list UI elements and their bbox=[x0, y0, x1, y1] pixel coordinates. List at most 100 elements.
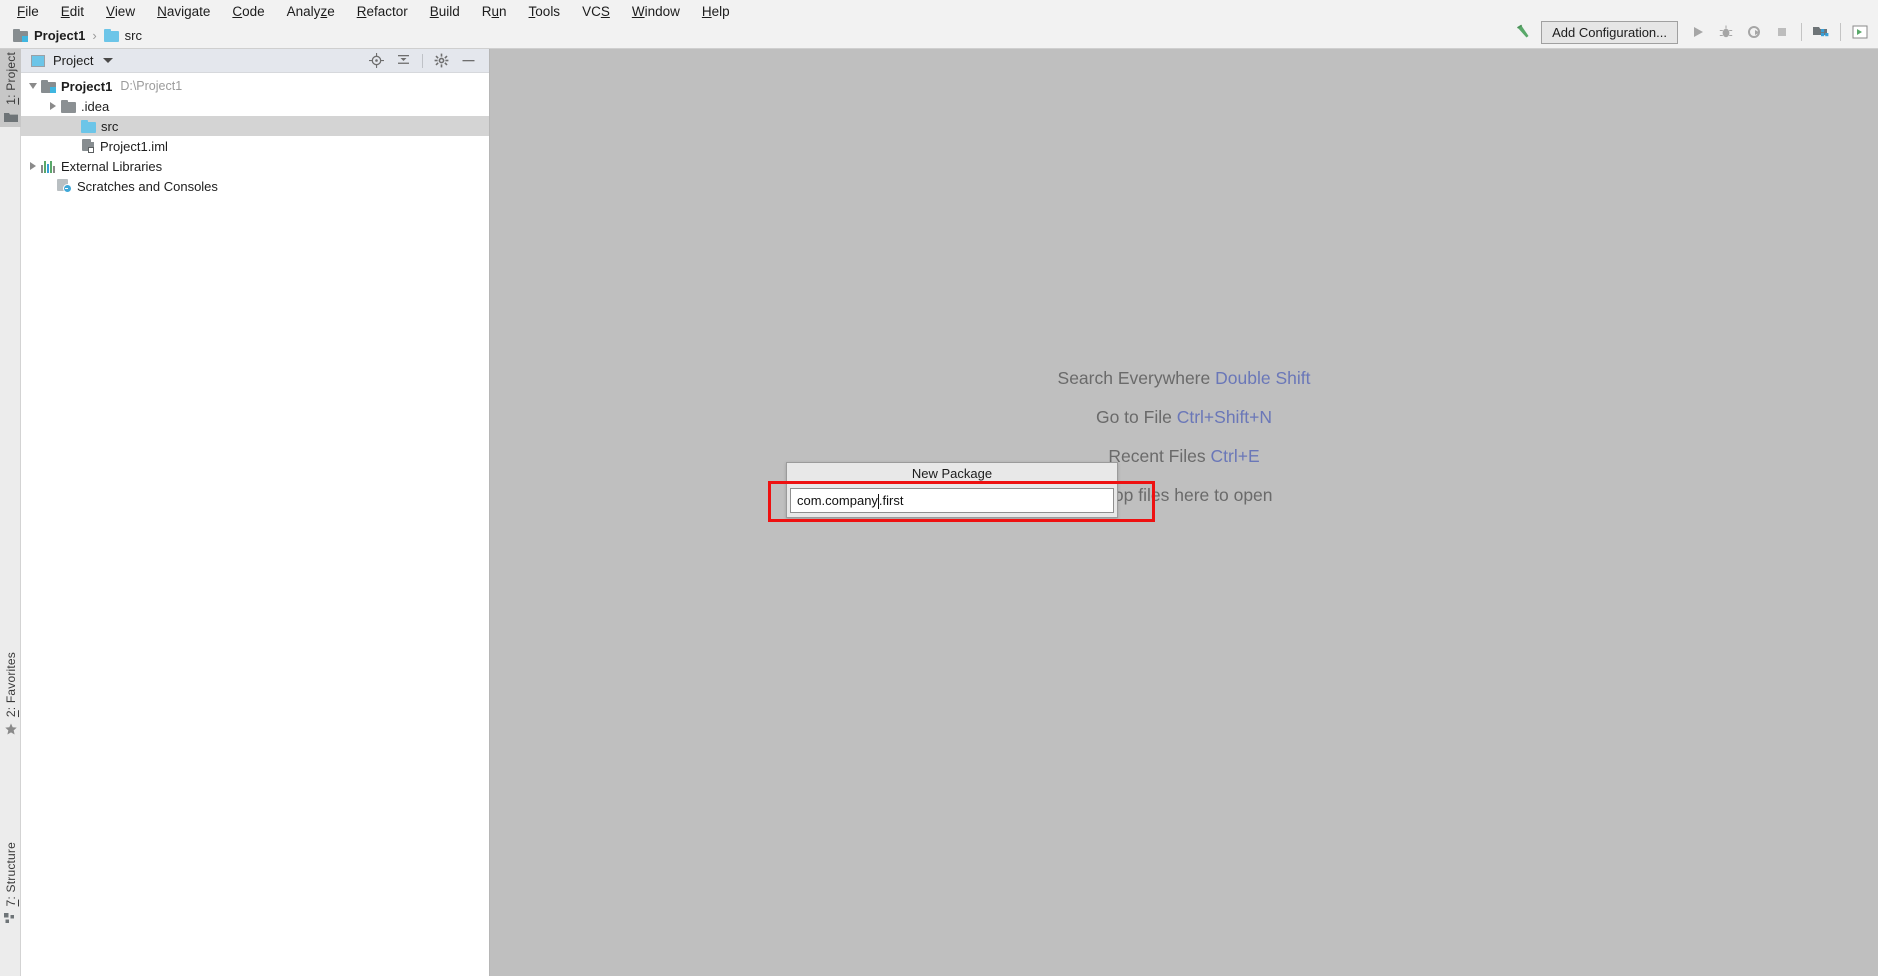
tree-row-project1[interactable]: Project1 D:\Project1 bbox=[21, 76, 489, 96]
project-structure-button[interactable] bbox=[1807, 19, 1835, 45]
twisty-collapsed-icon[interactable] bbox=[45, 102, 61, 110]
hint-action-label: Go to File bbox=[1095, 407, 1172, 427]
editor-empty-area[interactable]: Search Everywhere Double Shift Go to Fil… bbox=[490, 49, 1878, 976]
tree-row-project1-iml[interactable]: Project1.iml bbox=[21, 136, 489, 156]
menu-item-build[interactable]: Build bbox=[419, 3, 471, 20]
debug-icon bbox=[1719, 25, 1733, 38]
sidebar-item-structure[interactable]: 7: Structure bbox=[0, 839, 21, 928]
editor-hints: Search Everywhere Double Shift Go to Fil… bbox=[490, 359, 1878, 515]
hint-shortcut-label: Ctrl+Shift+N bbox=[1176, 407, 1273, 427]
star-icon bbox=[4, 723, 17, 735]
breadcrumb-item-src[interactable]: src bbox=[101, 28, 145, 43]
run-config-label: Add Configuration... bbox=[1552, 24, 1667, 40]
panel-toolbar-divider bbox=[422, 53, 423, 68]
add-configuration-button[interactable]: Add Configuration... bbox=[1541, 20, 1678, 44]
hint-search-everywhere: Search Everywhere Double Shift bbox=[1058, 359, 1311, 398]
run-with-coverage-button[interactable] bbox=[1740, 19, 1768, 45]
stripe-label-project: 1: Project bbox=[3, 52, 18, 105]
left-tool-stripe: 1: Project 2: Favorites 7: Structure bbox=[0, 49, 21, 976]
project-tree: Project1 D:\Project1 .idea src Project1.… bbox=[21, 73, 489, 196]
tree-row-idea[interactable]: .idea bbox=[21, 96, 489, 116]
menu-item-tools[interactable]: Tools bbox=[518, 3, 572, 20]
hint-go-to-file: Go to File Ctrl+Shift+N bbox=[1096, 398, 1272, 437]
search-everywhere-icon bbox=[1852, 25, 1868, 39]
libraries-icon bbox=[41, 160, 56, 173]
tree-label: .idea bbox=[81, 98, 110, 114]
debug-button[interactable] bbox=[1712, 19, 1740, 45]
gear-icon[interactable] bbox=[433, 52, 450, 69]
hint-action-label: Drop files here to open bbox=[1095, 485, 1273, 505]
twisty-collapsed-icon[interactable] bbox=[25, 162, 41, 170]
run-icon bbox=[1694, 27, 1703, 37]
breadcrumb-item-project[interactable]: Project1 bbox=[10, 28, 88, 43]
menu-item-vcs[interactable]: VCS bbox=[571, 3, 621, 20]
menu-item-analyze[interactable]: Analyze bbox=[276, 3, 346, 20]
folder-icon bbox=[81, 119, 96, 133]
chevron-down-icon[interactable] bbox=[103, 58, 114, 63]
menu-item-window[interactable]: Window bbox=[621, 3, 691, 20]
run-button[interactable] bbox=[1684, 19, 1712, 45]
hint-shortcut-label: Ctrl+E bbox=[1210, 446, 1260, 466]
menu-item-refactor[interactable]: Refactor bbox=[346, 3, 419, 20]
main-toolbar: Add Configuration... bbox=[1509, 16, 1878, 48]
hint-action-label: Recent Files bbox=[1108, 446, 1206, 466]
tree-row-scratches[interactable]: Scratches and Consoles bbox=[21, 176, 489, 196]
build-button[interactable] bbox=[1509, 19, 1537, 45]
collapse-all-icon[interactable] bbox=[395, 52, 412, 69]
hint-drop-files: Drop files here to open bbox=[1095, 476, 1272, 515]
minimize-icon[interactable] bbox=[460, 52, 477, 69]
twisty-expanded-icon[interactable] bbox=[25, 83, 41, 89]
tree-row-src[interactable]: src bbox=[21, 116, 489, 136]
package-name-value-before-caret: com.company bbox=[797, 493, 878, 508]
menu-item-file[interactable]: File bbox=[6, 3, 50, 20]
project-panel-header: Project bbox=[21, 49, 489, 73]
project-tool-window: Project Project1 D:\Project1 .idea src P… bbox=[21, 49, 490, 976]
breadcrumb-folder-label: src bbox=[124, 28, 142, 43]
project-structure-icon bbox=[1813, 27, 1829, 37]
module-icon bbox=[13, 29, 28, 42]
folder-icon bbox=[103, 29, 119, 42]
menu-item-code[interactable]: Code bbox=[221, 3, 275, 20]
stop-icon bbox=[1778, 28, 1786, 36]
folder-grey-icon bbox=[61, 99, 76, 113]
run-with-coverage-icon bbox=[1748, 26, 1760, 38]
menu-item-navigate[interactable]: Navigate bbox=[146, 3, 221, 20]
sidebar-item-project[interactable]: 1: Project bbox=[0, 49, 21, 127]
tree-label: Scratches and Consoles bbox=[77, 178, 218, 194]
project-view-icon bbox=[31, 54, 45, 67]
menu-item-view[interactable]: View bbox=[95, 3, 146, 20]
stripe-label-structure: 7: Structure bbox=[3, 842, 18, 907]
menu-item-help[interactable]: Help bbox=[691, 3, 741, 20]
tree-label: src bbox=[101, 118, 119, 134]
hint-action-label: Search Everywhere bbox=[1057, 368, 1211, 388]
new-package-dialog: New Package com.company .first bbox=[786, 462, 1118, 518]
tree-label: Project1.iml bbox=[100, 138, 168, 154]
hint-recent-files: Recent Files Ctrl+E bbox=[1108, 437, 1259, 476]
scratches-icon bbox=[57, 179, 72, 193]
iml-file-icon bbox=[81, 139, 95, 153]
toolbar-divider-2 bbox=[1840, 23, 1841, 41]
project-folder-icon bbox=[3, 112, 18, 122]
project-panel-toolbar bbox=[368, 52, 483, 69]
project-panel-title: Project bbox=[53, 53, 94, 68]
menu-item-edit[interactable]: Edit bbox=[50, 3, 95, 20]
text-caret bbox=[877, 494, 879, 509]
package-name-input[interactable]: com.company .first bbox=[790, 488, 1114, 513]
stripe-label-favorites: 2: Favorites bbox=[3, 652, 18, 718]
intellij-window: File Edit View Navigate Code Analyze Ref… bbox=[0, 0, 1878, 976]
breadcrumb-separator: › bbox=[92, 28, 97, 43]
package-name-value-after-caret: .first bbox=[878, 493, 904, 508]
locate-icon[interactable] bbox=[368, 52, 385, 69]
tree-label: External Libraries bbox=[61, 158, 163, 174]
hammer-icon bbox=[1517, 24, 1529, 38]
tree-row-external-libraries[interactable]: External Libraries bbox=[21, 156, 489, 176]
tree-sublabel: D:\Project1 bbox=[120, 79, 183, 93]
breadcrumb-project-label: Project1 bbox=[34, 28, 86, 43]
new-package-field-wrapper: com.company .first bbox=[787, 484, 1117, 517]
menu-item-run[interactable]: Run bbox=[471, 3, 518, 20]
search-everywhere-button[interactable] bbox=[1846, 19, 1874, 45]
structure-icon bbox=[3, 913, 14, 924]
sidebar-item-favorites[interactable]: 2: Favorites bbox=[0, 649, 21, 739]
module-icon bbox=[41, 79, 56, 93]
stop-button[interactable] bbox=[1768, 19, 1796, 45]
